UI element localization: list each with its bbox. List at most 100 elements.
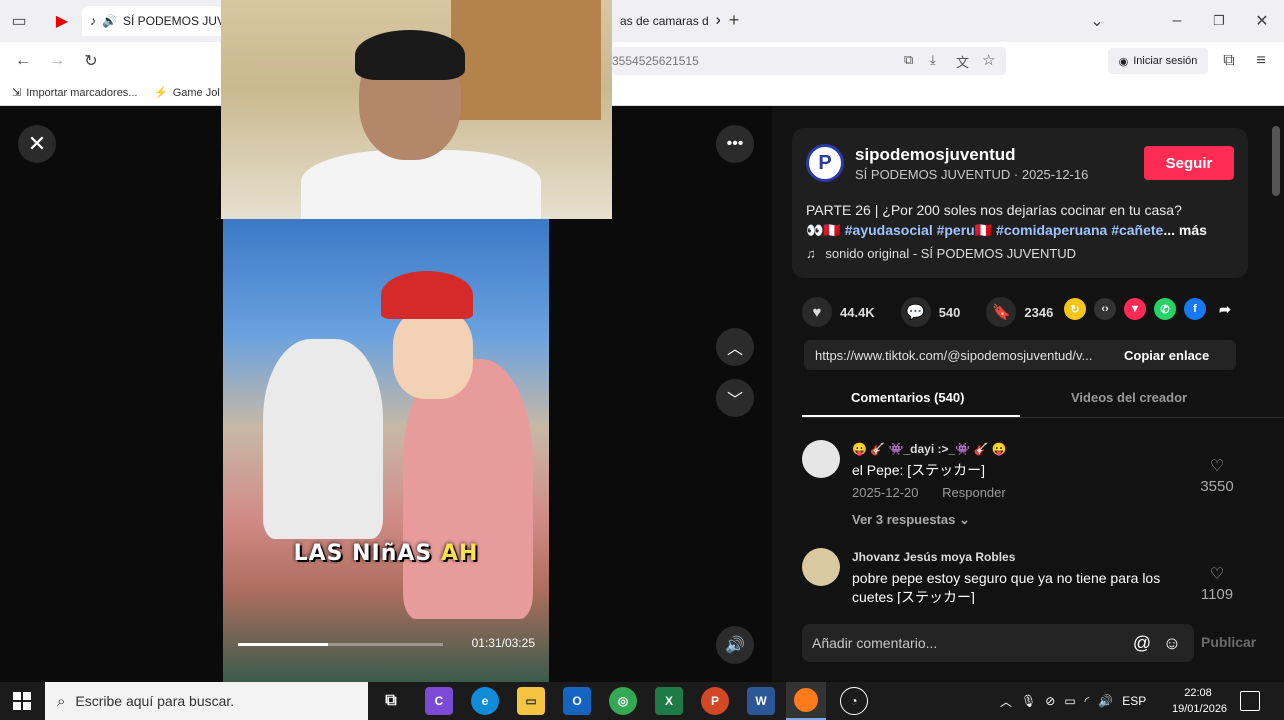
chrome-icon[interactable]: ◎ <box>609 687 637 715</box>
previous-video-button[interactable]: ︿ <box>716 328 754 366</box>
network-off-icon[interactable]: ⊘ <box>1045 694 1055 708</box>
close-video-button[interactable]: ✕ <box>18 125 56 163</box>
tab-list-chevron-icon[interactable]: ⌄ <box>1086 10 1108 32</box>
reload-icon[interactable]: ↻ <box>80 50 102 72</box>
author-username[interactable]: sipodemosjuventud <box>855 145 1016 165</box>
video-progress-bar[interactable] <box>238 643 443 646</box>
word-icon[interactable]: W <box>747 687 775 715</box>
bookmark-star-icon[interactable]: ☆ <box>982 51 995 69</box>
gamejolt-icon: ⚡ <box>154 87 168 99</box>
system-tray: ︿ 🎙 ⊘ ▭ ◜ 🔊 ESP <box>1000 682 1146 720</box>
minimize-icon[interactable]: – <box>1166 10 1188 32</box>
notifications-icon[interactable] <box>1240 691 1260 711</box>
firefox-taskbar-button[interactable] <box>786 682 826 720</box>
powerpoint-icon[interactable]: P <box>701 687 729 715</box>
new-tab-icon[interactable]: + <box>724 10 744 30</box>
copilot-icon[interactable]: C <box>425 687 453 715</box>
url-text: 3554525621515 <box>612 54 699 68</box>
author-avatar[interactable]: P <box>806 144 844 182</box>
volume-button[interactable]: 🔊 <box>716 626 754 664</box>
publish-button[interactable]: Publicar <box>1201 634 1256 650</box>
tab-comments[interactable]: Comentarios (540) <box>851 390 964 405</box>
back-icon[interactable]: ← <box>12 50 34 72</box>
translate-icon[interactable]: 文 <box>956 52 969 71</box>
start-button[interactable] <box>0 682 44 720</box>
outlook-icon[interactable]: O <box>563 687 591 715</box>
restore-icon[interactable]: ❐ <box>1208 10 1230 32</box>
video-link[interactable]: https://www.tiktok.com/@sipodemosjuventu… <box>804 348 1116 363</box>
copy-link-button[interactable]: Copiar enlace <box>1116 348 1209 363</box>
post-info-card: P sipodemosjuventud SÍ PODEMOS JUVENTUD … <box>792 128 1248 278</box>
panel-scrollbar-thumb[interactable] <box>1272 126 1280 196</box>
like-button[interactable]: ♥ 44.4K <box>802 297 875 327</box>
edge-icon[interactable]: e <box>471 687 499 715</box>
post-description: PARTE 26 | ¿Por 200 soles nos dejarías c… <box>806 200 1236 240</box>
commenter-avatar[interactable] <box>802 440 840 478</box>
taskbar-clock[interactable]: 22:08 19/01/2026 <box>1172 685 1227 717</box>
tiktok-icon: ♪ <box>90 14 96 28</box>
save-count: 2346 <box>1024 304 1054 320</box>
commenter-name[interactable]: 😛 🎸 👾_dayi :>_👾 🎸 😛 <box>852 442 1007 456</box>
copy-link-box: https://www.tiktok.com/@sipodemosjuventu… <box>804 340 1236 370</box>
microphone-icon[interactable]: 🎙 <box>1021 694 1036 708</box>
bookmark-gamejolt[interactable]: ⚡ Game Jolt <box>154 86 220 100</box>
taskbar-search[interactable]: ⌕ Escribe aquí para buscar. <box>45 682 368 720</box>
recording-app-icon[interactable]: ◔ <box>840 687 868 715</box>
page-translate-icon[interactable]: ⧉ <box>904 52 913 68</box>
embed-icon[interactable]: ‹› <box>1094 298 1116 320</box>
wifi-icon[interactable]: ◜ <box>1085 694 1090 708</box>
menu-icon[interactable]: ≡ <box>1250 50 1272 72</box>
comment-like-button[interactable]: ♡ 1109 <box>1192 564 1242 603</box>
tab-cameras[interactable]: as de camaras d ✕ <box>612 6 720 36</box>
commenter-name[interactable]: Jhovanz Jesús moya Robles <box>852 550 1015 564</box>
comment-button[interactable]: 💬 540 <box>900 297 960 327</box>
whatsapp-icon[interactable]: ✆ <box>1154 298 1176 320</box>
audio-icon[interactable]: 🔊 <box>102 14 117 28</box>
tiktok-viewer: ✕ LAS NIñAS AH 01:31/03:25 ••• ︿ ﹀ 🔊 P s… <box>0 0 1284 682</box>
more-options-button[interactable]: ••• <box>716 125 754 163</box>
sign-in-button[interactable]: ◉ Iniciar sesión <box>1108 48 1208 74</box>
youtube-icon[interactable]: ▶ <box>52 11 72 31</box>
comment-like-button[interactable]: ♡ 3550 <box>1192 456 1242 495</box>
close-window-icon[interactable]: ✕ <box>1251 10 1273 32</box>
share-icon[interactable]: ➦ <box>1214 298 1236 320</box>
battery-icon[interactable]: ▭ <box>1064 694 1075 708</box>
tab-tiktok-label: SÍ PODEMOS JUVEN <box>122 14 222 28</box>
bookmark-import[interactable]: ⇲ Importar marcadores... <box>12 86 137 100</box>
close-tab-icon[interactable]: ✕ <box>715 14 720 28</box>
tab-overview-icon[interactable]: ▭ <box>8 10 30 32</box>
view-replies-button[interactable]: Ver 3 respuestas ⌄ <box>852 512 970 528</box>
excel-icon[interactable]: X <box>655 687 683 715</box>
task-view-icon[interactable]: ⧉ <box>377 687 405 715</box>
follow-button[interactable]: Seguir <box>1144 146 1234 180</box>
facebook-icon[interactable]: f <box>1184 298 1206 320</box>
comment-like-count: 3550 <box>1200 478 1234 495</box>
comment-item: Jhovanz Jesús moya Robles pobre pepe est… <box>802 544 1242 604</box>
extensions-icon[interactable]: ⧉ <box>1218 50 1240 72</box>
see-more-link[interactable]: ... más <box>1163 222 1207 238</box>
save-button[interactable]: 🔖 2346 <box>986 297 1053 327</box>
next-video-button[interactable]: ﹀ <box>716 379 754 417</box>
speaker-icon[interactable]: 🔊 <box>1098 694 1113 708</box>
tray-overflow-icon[interactable]: ︿ <box>1000 693 1012 710</box>
tab-creator-videos[interactable]: Videos del creador <box>1071 390 1187 405</box>
url-bar[interactable]: 3554525621515 ⧉ ⤓ 文 ☆ <box>612 47 1006 75</box>
language-indicator[interactable]: ESP <box>1122 694 1146 708</box>
commenter-avatar[interactable] <box>802 548 840 586</box>
hashtags[interactable]: #ayudasocial #peru🇵🇪 #comidaperuana #cañ… <box>845 222 1164 238</box>
reply-button[interactable]: Responder <box>942 485 1006 500</box>
forward-icon[interactable]: → <box>46 50 68 72</box>
mention-icon[interactable]: @ <box>1130 631 1154 655</box>
save-page-icon[interactable]: ⤓ <box>930 52 936 68</box>
file-explorer-icon[interactable]: ▭ <box>517 687 545 715</box>
panel-scrollbar[interactable] <box>1272 126 1280 596</box>
comment-meta: 2025-12-20 Responder <box>852 485 1026 500</box>
emoji-icon[interactable]: ☺ <box>1160 631 1184 655</box>
video-progress-fill <box>238 643 329 646</box>
sound-info[interactable]: ♫ sonido original - SÍ PODEMOS JUVENTUD <box>806 246 1076 261</box>
tab-tiktok[interactable]: ♪ 🔊 SÍ PODEMOS JUVEN <box>82 6 222 36</box>
send-icon[interactable]: ▼ <box>1124 298 1146 320</box>
repost-icon[interactable]: ↻ <box>1064 298 1086 320</box>
comment-input[interactable]: Añadir comentario... @ ☺ <box>802 624 1194 662</box>
video-player[interactable]: LAS NIñAS AH 01:31/03:25 <box>223 219 549 682</box>
